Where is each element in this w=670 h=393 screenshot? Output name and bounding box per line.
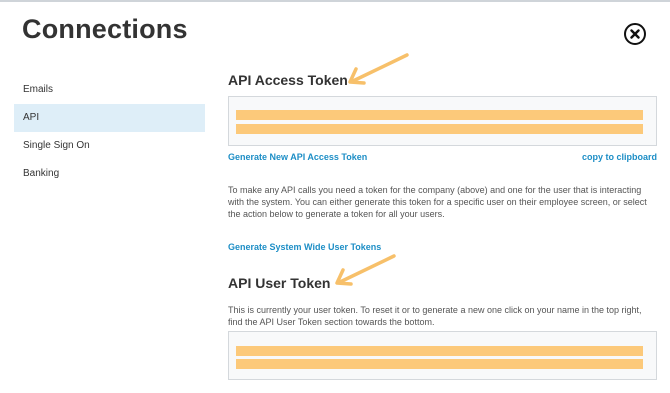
sidebar-item-api[interactable]: API (14, 104, 205, 132)
top-border (0, 0, 670, 2)
generate-new-token-link[interactable]: Generate New API Access Token (228, 152, 367, 162)
close-icon (630, 29, 640, 39)
api-access-token-heading: API Access Token (228, 72, 348, 88)
token-redaction-bar (236, 346, 643, 356)
api-user-token-field[interactable] (228, 331, 657, 380)
annotation-arrow-icon (348, 53, 409, 85)
connections-page: Connections Emails API Single Sign On Ba… (0, 0, 670, 393)
api-token-description: To make any API calls you need a token f… (228, 185, 647, 219)
api-access-token-field[interactable] (228, 96, 657, 146)
sidebar-nav: Emails API Single Sign On Banking (14, 76, 205, 188)
copy-to-clipboard-link[interactable]: copy to clipboard (582, 152, 657, 162)
sidebar-item-emails[interactable]: Emails (14, 76, 205, 104)
token-redaction-bar (236, 359, 643, 369)
close-button[interactable] (624, 23, 646, 45)
token-redaction-bar (236, 124, 643, 134)
generate-system-wide-tokens-link[interactable]: Generate System Wide User Tokens (228, 242, 381, 252)
api-user-token-heading: API User Token (228, 275, 331, 291)
api-user-token-description: This is currently your user token. To re… (228, 305, 642, 327)
sidebar-item-single-sign-on[interactable]: Single Sign On (14, 132, 205, 160)
annotation-arrow-icon (335, 254, 396, 286)
sidebar-item-banking[interactable]: Banking (14, 160, 205, 188)
token-redaction-bar (236, 110, 643, 120)
page-title: Connections (22, 14, 188, 44)
